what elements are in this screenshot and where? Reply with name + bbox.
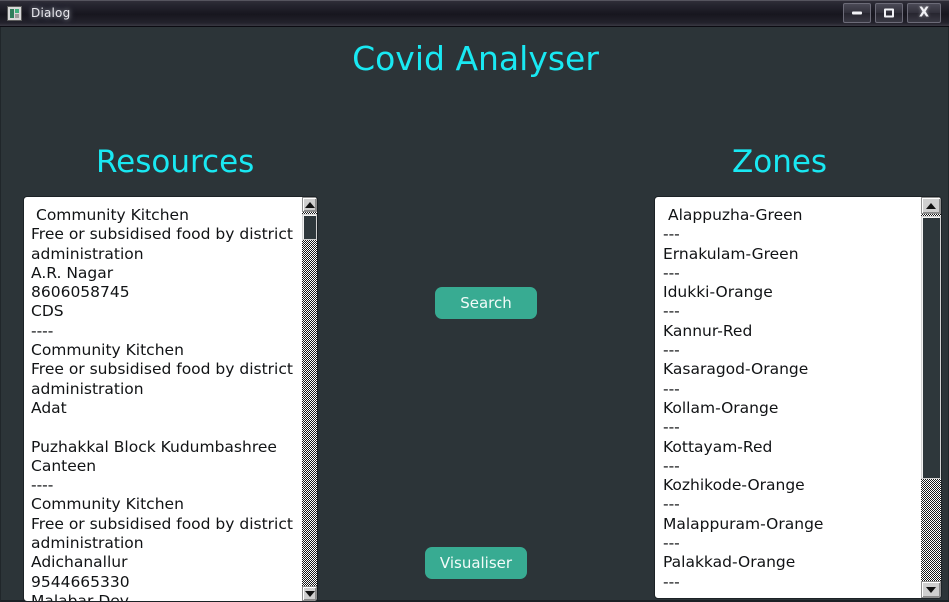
window-title: Dialog <box>31 6 71 20</box>
resources-scroll-down-button[interactable] <box>302 586 317 601</box>
zones-scroll-down-button[interactable] <box>921 581 941 598</box>
zones-list-text: Alappuzha-Green --- Ernakulam-Green --- … <box>655 197 921 592</box>
page-title: Covid Analyser <box>352 39 599 78</box>
title-bar: Dialog X <box>0 0 949 27</box>
visualiser-button[interactable]: Visualiser <box>425 547 527 579</box>
zones-scroll-up-button[interactable] <box>921 197 941 214</box>
resources-scroll-thumb[interactable] <box>302 214 317 240</box>
dialog-window: Dialog X Covid Analyser Resources Zones … <box>0 0 949 602</box>
zones-listbox[interactable]: Alappuzha-Green --- Ernakulam-Green --- … <box>654 196 942 599</box>
resources-first-line: Community Kitchen <box>36 206 189 224</box>
window-controls: X <box>843 3 941 23</box>
chevron-up-icon <box>926 202 936 209</box>
minimize-button[interactable] <box>843 3 871 23</box>
zones-first-line: Alappuzha-Green <box>668 206 803 224</box>
close-button[interactable]: X <box>907 3 941 23</box>
minimize-icon <box>852 11 862 15</box>
resources-body: Free or subsidised food by district admi… <box>31 225 293 602</box>
app-icon <box>7 5 22 21</box>
resources-listbox[interactable]: Community Kitchen Free or subsidised foo… <box>23 196 318 602</box>
close-icon: X <box>918 5 930 21</box>
resources-scroll-up-button[interactable] <box>302 197 317 212</box>
maximize-icon <box>884 8 894 18</box>
resources-list-text: Community Kitchen Free or subsidised foo… <box>24 197 302 602</box>
zones-scrollbar[interactable] <box>921 197 941 598</box>
zones-scroll-thumb[interactable] <box>921 216 941 479</box>
resources-heading: Resources <box>96 144 255 180</box>
zones-body: --- Ernakulam-Green --- Idukki-Orange --… <box>663 225 824 591</box>
resources-scrollbar[interactable] <box>302 197 317 601</box>
zones-heading: Zones <box>732 144 828 180</box>
chevron-down-icon <box>926 586 936 593</box>
search-button[interactable]: Search <box>435 287 537 319</box>
chevron-down-icon <box>304 590 315 597</box>
client-area: Covid Analyser Resources Zones Community… <box>0 27 949 602</box>
maximize-button[interactable] <box>875 3 903 23</box>
chevron-up-icon <box>304 201 315 208</box>
